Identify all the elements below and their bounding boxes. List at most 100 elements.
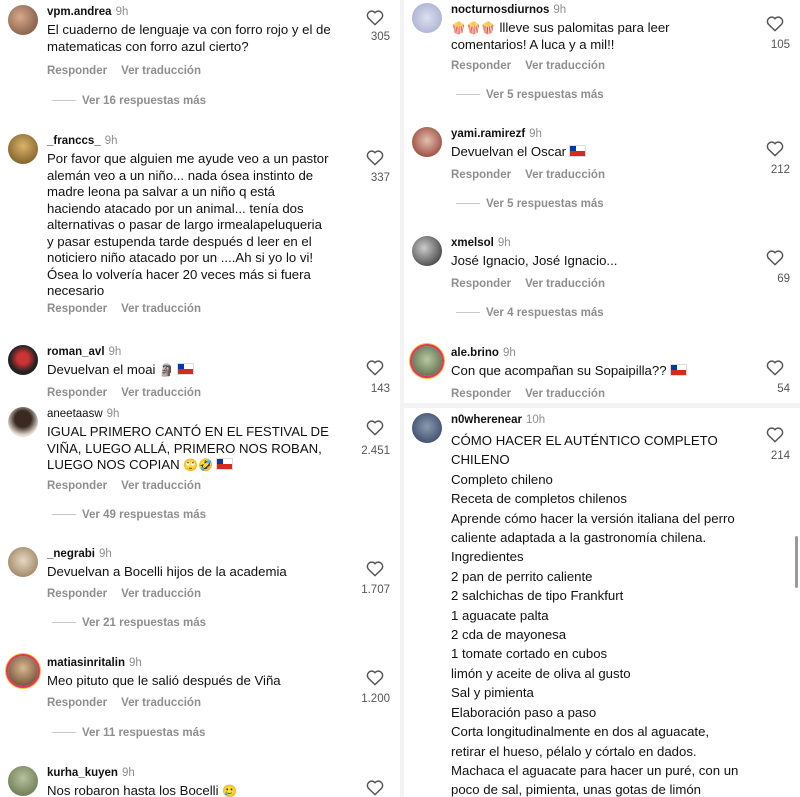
heart-icon[interactable]	[766, 15, 784, 32]
username[interactable]: vpm.andrea	[47, 6, 112, 18]
heart-icon[interactable]	[766, 140, 784, 157]
avatar[interactable]	[412, 3, 442, 33]
avatar[interactable]	[8, 407, 38, 437]
comment-text: 🍿🍿🍿 llleve sus palomitas para leer comen…	[451, 20, 736, 53]
reply-button[interactable]: Responder	[47, 588, 107, 600]
translate-button[interactable]: Ver traducción	[525, 169, 605, 181]
view-replies-button[interactable]: Ver 5 respuestas más	[456, 89, 604, 101]
recipe-lines: Completo chileno Receta de completos chil…	[451, 470, 741, 797]
comment: matiasinritalin 9h Meo pituto que le sali…	[0, 656, 400, 746]
view-replies-button[interactable]: Ver 11 respuestas más	[52, 727, 205, 739]
reply-button[interactable]: Responder	[47, 387, 107, 399]
reply-button[interactable]: Responder	[451, 169, 511, 181]
emoji: 🙄🤣	[183, 458, 214, 472]
reply-button[interactable]: Responder	[451, 278, 511, 290]
moai-emoji: 🗿	[159, 363, 175, 377]
avatar[interactable]	[8, 5, 38, 35]
translate-button[interactable]: Ver traducción	[525, 278, 605, 290]
username[interactable]: nocturnosdiurnos	[451, 4, 549, 16]
heart-icon[interactable]	[366, 149, 384, 166]
comment: yami.ramirezf 9h Devuelvan el Oscar Respo…	[404, 127, 800, 217]
avatar[interactable]	[8, 134, 38, 164]
avatar[interactable]	[412, 413, 442, 443]
like-count: 305	[370, 31, 390, 43]
heart-icon[interactable]	[366, 419, 384, 436]
chile-flag-icon	[569, 145, 587, 157]
comment-text: Devuelvan a Bocelli hijos de la academia	[47, 564, 287, 579]
comment-text: IGUAL PRIMERO CANTÓ EN EL FESTIVAL DE VI…	[47, 424, 332, 474]
view-replies-button[interactable]: Ver 5 respuestas más	[456, 198, 604, 210]
username[interactable]: ale.brino	[451, 347, 499, 359]
comment-text-body: Con que acompañan su Sopaipilla??	[451, 363, 667, 378]
heart-icon[interactable]	[366, 359, 384, 376]
username[interactable]: n0wherenear	[451, 414, 522, 426]
reply-button[interactable]: Responder	[47, 65, 107, 77]
avatar[interactable]	[412, 236, 442, 266]
heart-icon[interactable]	[366, 779, 384, 796]
recipe-line: Machaca el aguacate para hacer un puré, …	[451, 762, 739, 797]
reply-button[interactable]: Responder	[47, 480, 107, 492]
recipe-line: 1 tomate cortado en cubos	[451, 646, 608, 662]
translate-button[interactable]: Ver traducción	[121, 588, 201, 600]
username[interactable]: yami.ramirezf	[451, 128, 525, 140]
username[interactable]: _negrabi	[47, 548, 95, 560]
avatar[interactable]	[8, 345, 38, 375]
translate-button[interactable]: Ver traducción	[121, 480, 201, 492]
heart-icon[interactable]	[366, 669, 384, 686]
timestamp: 9h	[108, 346, 122, 358]
popcorn-emoji: 🍿🍿🍿	[451, 21, 496, 35]
translate-button[interactable]: Ver traducción	[121, 387, 201, 399]
heart-icon[interactable]	[766, 426, 784, 443]
avatar[interactable]	[8, 766, 38, 796]
timestamp: 9h	[497, 237, 511, 249]
comment-title: CÓMO HACER EL AUTÉNTICO COMPLETO CHILENO	[451, 433, 718, 468]
view-replies-button[interactable]: Ver 4 respuestas más	[456, 307, 604, 319]
username[interactable]: roman_avl	[47, 346, 105, 358]
view-replies-button[interactable]: Ver 49 respuestas más	[52, 509, 206, 521]
view-replies-button[interactable]: Ver 21 respuestas más	[52, 617, 206, 629]
recipe-line: Completo chileno	[451, 471, 553, 487]
comment-text: Devuelvan el Oscar	[451, 144, 736, 161]
heart-icon[interactable]	[366, 560, 384, 577]
translate-button[interactable]: Ver traducción	[121, 303, 201, 315]
username[interactable]: kurha_kuyen	[47, 767, 118, 779]
timestamp: 9h	[104, 135, 118, 147]
heart-icon[interactable]	[366, 9, 384, 26]
username[interactable]: matiasinritalin	[47, 657, 125, 669]
translate-button[interactable]: Ver traducción	[525, 60, 605, 72]
translate-button[interactable]: Ver traducción	[525, 388, 605, 400]
comment-text-body: Devuelvan el moai	[47, 362, 156, 377]
recipe-line: Corta longitudinalmente en dos al aguaca…	[451, 724, 710, 759]
avatar[interactable]	[412, 346, 442, 376]
timestamp: 9h	[98, 548, 112, 560]
username[interactable]: xmelsol	[451, 237, 494, 249]
avatar[interactable]	[8, 656, 38, 686]
like-count: 143	[370, 383, 390, 395]
view-replies-button[interactable]: Ver 16 respuestas más	[52, 95, 206, 107]
translate-button[interactable]: Ver traducción	[121, 65, 201, 77]
chile-flag-icon	[216, 458, 234, 470]
reply-button[interactable]: Responder	[47, 303, 107, 315]
timestamp: 10h	[525, 414, 546, 426]
avatar[interactable]	[8, 547, 38, 577]
chile-flag-icon	[669, 364, 687, 376]
comment: n0wherenear 10h CÓMO HACER EL AUTÉNTICO C…	[404, 413, 800, 797]
comment-text: José Ignacio, José Ignacio...	[451, 253, 618, 268]
comment: _negrabi 9h Devuelvan a Bocelli hijos de …	[0, 547, 400, 637]
recipe-line: limón y aceite de oliva al gusto	[451, 665, 631, 681]
scrollbar-thumb[interactable]	[795, 536, 798, 588]
heart-icon[interactable]	[766, 359, 784, 376]
chile-flag-icon	[177, 363, 195, 375]
reply-button[interactable]: Responder	[451, 60, 511, 72]
translate-button[interactable]: Ver traducción	[121, 697, 201, 709]
reply-button[interactable]: Responder	[451, 388, 511, 400]
heart-icon[interactable]	[766, 249, 784, 266]
username[interactable]: _franccs_	[47, 135, 101, 147]
reply-button[interactable]: Responder	[47, 697, 107, 709]
username[interactable]: aneetaasw	[47, 408, 103, 420]
comment: vpm.andrea 9h El cuaderno de lenguaje va …	[0, 5, 400, 115]
avatar[interactable]	[412, 127, 442, 157]
like-count: 1.200	[361, 693, 390, 705]
left-comments-column: vpm.andrea 9h El cuaderno de lenguaje va …	[0, 0, 400, 797]
comment-text-body: Devuelvan el Oscar	[451, 144, 567, 159]
